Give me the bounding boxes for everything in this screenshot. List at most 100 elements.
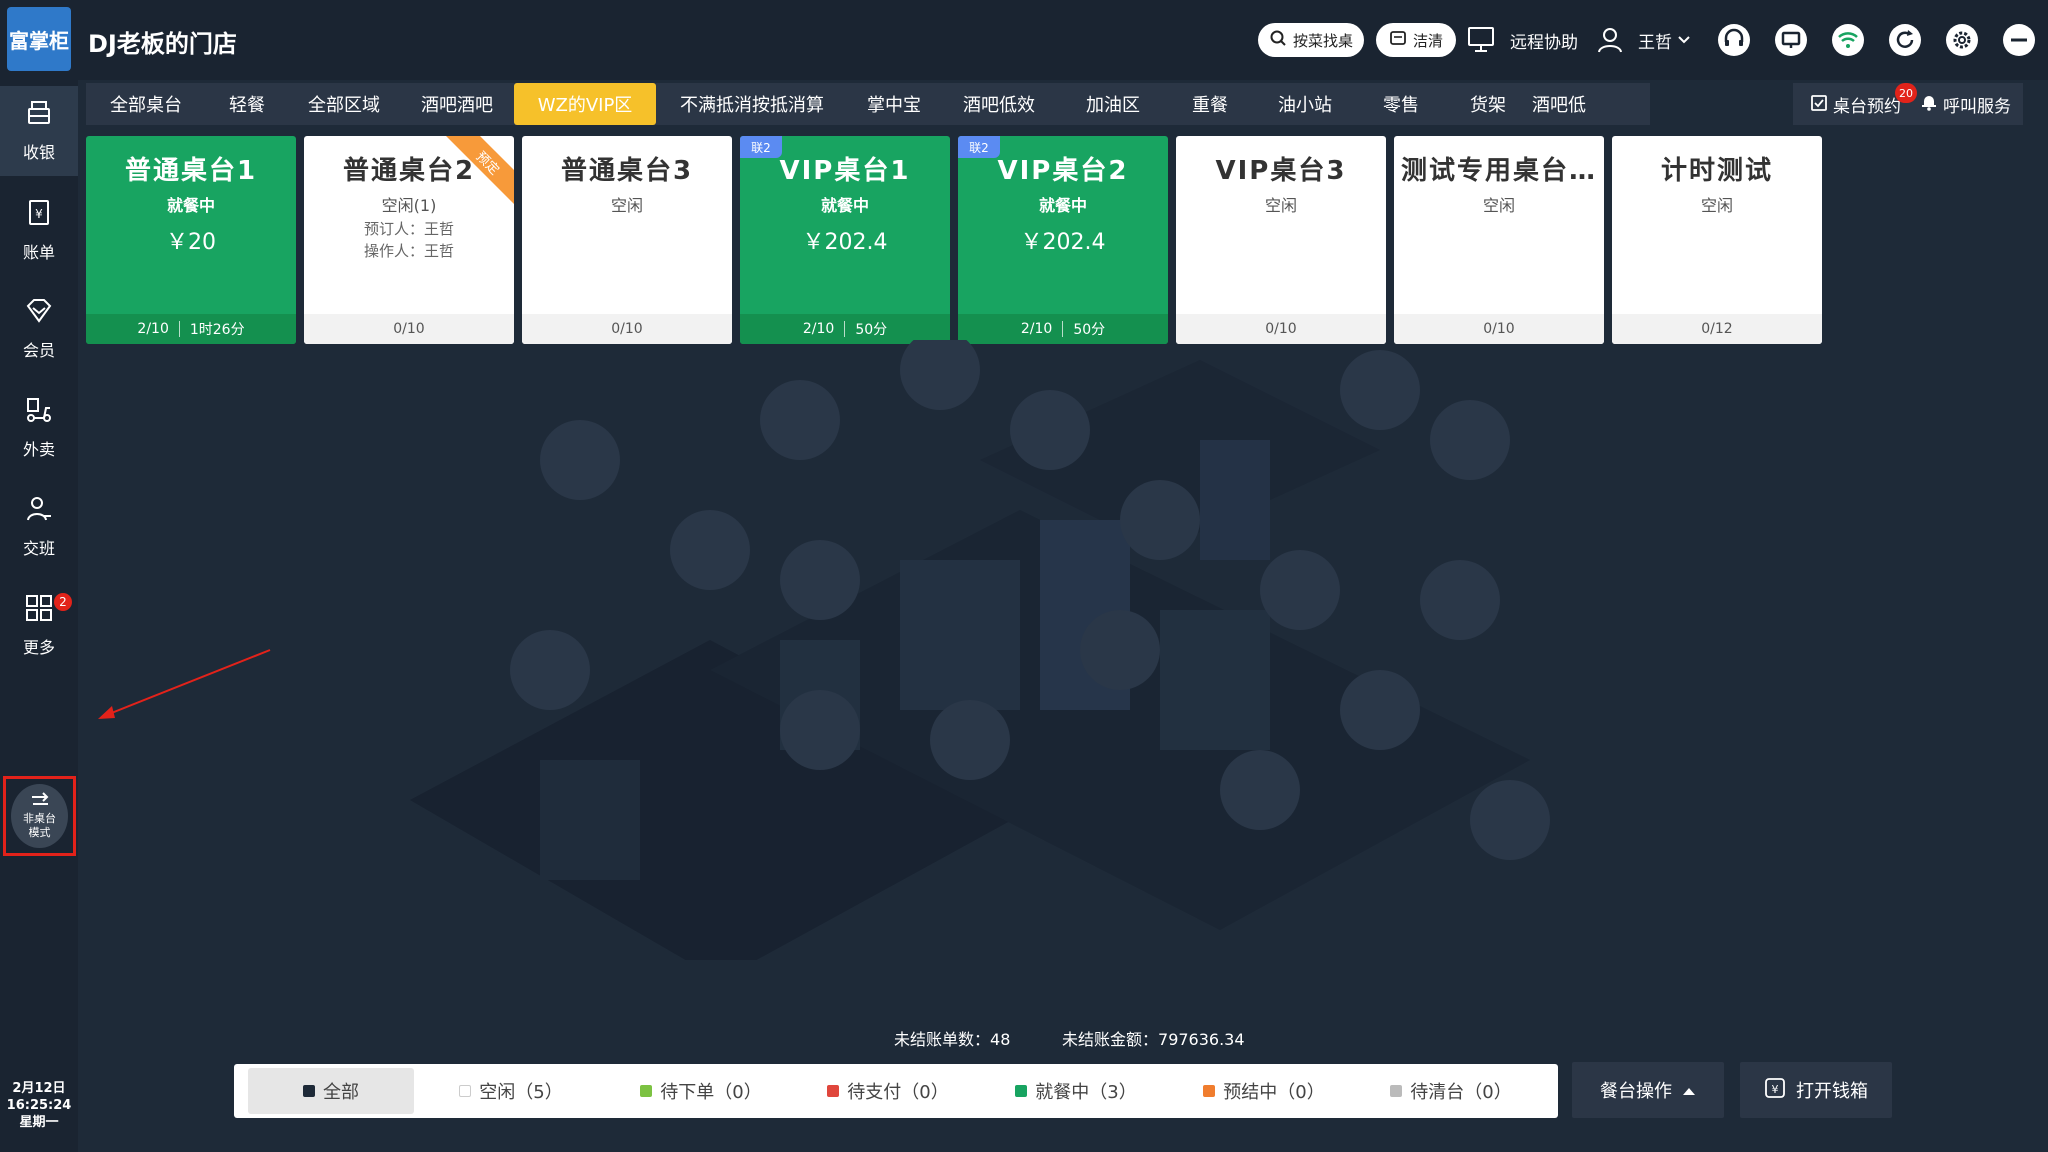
legend-dot xyxy=(640,1085,653,1097)
unsettled-count-label: 未结账单数： xyxy=(894,1030,991,1049)
area-tabs: 全部桌台 轻餐 全部区域 酒吧酒吧 WZ的VIP区 不满抵消按抵消算 掌中宝 酒… xyxy=(86,83,1650,125)
tab-bar-low-2[interactable]: 酒吧低 xyxy=(1532,83,1592,125)
date-text: 2月12日 xyxy=(12,1081,66,1096)
unsettled-count-value: 48 xyxy=(990,1030,1011,1049)
clean-button[interactable]: 洁清 xyxy=(1376,23,1456,57)
svg-text:¥: ¥ xyxy=(1772,1083,1779,1096)
open-cash-drawer-button[interactable]: ¥ 打开钱箱 xyxy=(1740,1062,1892,1118)
swap-icon xyxy=(30,792,50,812)
mode-label-line1: 非桌台 xyxy=(23,812,56,825)
table-status: 空闲 xyxy=(610,196,643,215)
table-card-timer-test[interactable]: 计时测试 空闲 0/12 xyxy=(1612,136,1822,344)
legend-dot xyxy=(827,1085,840,1097)
svg-text:¥: ¥ xyxy=(35,207,43,221)
delivery-icon xyxy=(24,396,54,428)
find-table-by-dish-button[interactable]: 按菜找桌 xyxy=(1258,23,1364,57)
table-card-test[interactable]: 测试专用桌台… 空闲 0/10 xyxy=(1394,136,1604,344)
tab-fuel-area[interactable]: 加油区 xyxy=(1058,83,1168,125)
legend-dot xyxy=(459,1085,472,1097)
table-name: VIP桌台3 xyxy=(1215,156,1347,186)
table-operations-button[interactable]: 餐台操作 xyxy=(1572,1062,1724,1118)
customer-service-icon[interactable] xyxy=(1714,20,1754,60)
table-reserver: 预订人：王哲 xyxy=(363,220,454,238)
table-operator: 操作人：王哲 xyxy=(363,242,454,260)
background-city-illustration xyxy=(410,340,1550,960)
weekday-text: 星期一 xyxy=(19,1115,59,1130)
tab-retail[interactable]: 零售 xyxy=(1358,83,1444,125)
sidebar-item-bill[interactable]: ¥ 账单 xyxy=(0,185,78,275)
wifi-icon[interactable] xyxy=(1828,20,1868,60)
search-icon xyxy=(1269,29,1287,51)
table-amount: ￥202.4 xyxy=(802,230,888,255)
user-name[interactable]: 王哲 xyxy=(1638,28,1672,53)
sidebar-item-cashier[interactable]: 收银 xyxy=(0,86,78,176)
tab-shelf[interactable]: 货架 xyxy=(1444,83,1532,125)
table-name: 普通桌台2 xyxy=(342,156,476,186)
minimize-icon[interactable] xyxy=(1999,20,2039,60)
sidebar-item-delivery[interactable]: 外卖 xyxy=(0,383,78,473)
tab-heavy-meal[interactable]: 重餐 xyxy=(1168,83,1252,125)
tab-light-meal[interactable]: 轻餐 xyxy=(206,83,288,125)
user-icon xyxy=(1590,20,1630,60)
sidebar-item-label: 交班 xyxy=(22,539,55,558)
filter-label: 待支付（0） xyxy=(847,1082,949,1103)
tab-zhangzhongbao[interactable]: 掌中宝 xyxy=(848,83,940,125)
legend-dot xyxy=(1015,1085,1028,1097)
tab-bar[interactable]: 酒吧酒吧 xyxy=(400,83,514,125)
filter-pending-payment[interactable]: 待支付（0） xyxy=(794,1068,982,1114)
screen-icon[interactable] xyxy=(1771,20,1811,60)
filter-dining[interactable]: 就餐中（3） xyxy=(982,1068,1170,1114)
clean-icon xyxy=(1389,29,1407,51)
table-status: 空闲(1) xyxy=(381,196,437,215)
table-card-vip-2[interactable]: 联2 VIP桌台2 就餐中 ￥202.4 2/10 50分 xyxy=(958,136,1168,344)
table-card-normal-3[interactable]: 普通桌台3 空闲 0/10 xyxy=(522,136,732,344)
remote-help-link[interactable]: 远程协助 xyxy=(1510,28,1578,53)
table-card-normal-2[interactable]: 预定 普通桌台2 空闲(1) 预订人：王哲 操作人：王哲 0/10 xyxy=(304,136,514,344)
filter-pending-order[interactable]: 待下单（0） xyxy=(608,1068,794,1114)
filter-label: 就餐中（3） xyxy=(1035,1082,1137,1103)
filter-label: 待清台（0） xyxy=(1410,1082,1512,1103)
left-sidebar: 收银 ¥ 账单 会员 外卖 交班 更多 2 非桌台 模式 2月12日 16:25… xyxy=(0,80,78,1152)
tab-oil-station[interactable]: 油小站 xyxy=(1252,83,1358,125)
settings-gear-icon[interactable] xyxy=(1942,20,1982,60)
tab-all-areas[interactable]: 全部区域 xyxy=(288,83,400,125)
table-duration: 1时26分 xyxy=(189,322,245,338)
time-text: 16:25:24 xyxy=(6,1098,72,1113)
table-card-vip-3[interactable]: VIP桌台3 空闲 0/10 xyxy=(1176,136,1386,344)
store-name[interactable]: DJ老板的门店 xyxy=(88,24,237,59)
table-card-vip-1[interactable]: 联2 VIP桌台1 就餐中 ￥202.4 2/10 50分 xyxy=(740,136,950,344)
table-name: VIP桌台1 xyxy=(779,156,911,186)
table-seats: 0/10 xyxy=(393,321,425,337)
table-name: 普通桌台3 xyxy=(560,156,694,186)
table-status: 空闲 xyxy=(1700,196,1733,215)
tab-offset[interactable]: 不满抵消按抵消算 xyxy=(656,83,848,125)
reserve-badge: 20 xyxy=(1895,83,1917,103)
tab-all-tables[interactable]: 全部桌台 xyxy=(86,83,206,125)
tab-bar-low[interactable]: 酒吧低效 xyxy=(940,83,1058,125)
chevron-down-icon[interactable] xyxy=(1672,20,1696,60)
tab-vip-area[interactable]: WZ的VIP区 xyxy=(514,83,656,125)
table-name: 计时测试 xyxy=(1660,156,1773,186)
legend-dot xyxy=(303,1085,315,1097)
monitor-icon[interactable] xyxy=(1462,20,1502,60)
filter-pre-settle[interactable]: 预结中（0） xyxy=(1170,1068,1358,1114)
table-name: 测试专用桌台… xyxy=(1400,156,1597,186)
table-reserve-button[interactable]: 桌台预约 xyxy=(1833,92,1901,117)
table-card-normal-1[interactable]: 普通桌台1 就餐中 ￥20 2/10 1时26分 xyxy=(86,136,296,344)
sidebar-item-member[interactable]: 会员 xyxy=(0,284,78,374)
table-name: 普通桌台1 xyxy=(124,156,258,186)
filter-free[interactable]: 空闲（5） xyxy=(414,1068,608,1114)
unsettled-amount: 未结账金额：797636.34 xyxy=(1062,1026,1245,1050)
filter-all[interactable]: 全部 xyxy=(248,1068,414,1114)
bell-icon xyxy=(1921,93,1937,116)
filter-label: 预结中（0） xyxy=(1223,1082,1325,1103)
refresh-icon[interactable] xyxy=(1885,20,1925,60)
table-status: 空闲 xyxy=(1264,196,1297,215)
more-grid-icon xyxy=(25,594,53,626)
table-seats: 2/10 xyxy=(802,321,835,337)
sidebar-item-more[interactable]: 更多 2 xyxy=(0,581,78,671)
non-table-mode-button[interactable]: 非桌台 模式 xyxy=(3,776,76,856)
call-service-button[interactable]: 呼叫服务 xyxy=(1943,92,2011,117)
filter-to-clear[interactable]: 待清台（0） xyxy=(1358,1068,1544,1114)
sidebar-item-shift[interactable]: 交班 xyxy=(0,482,78,572)
